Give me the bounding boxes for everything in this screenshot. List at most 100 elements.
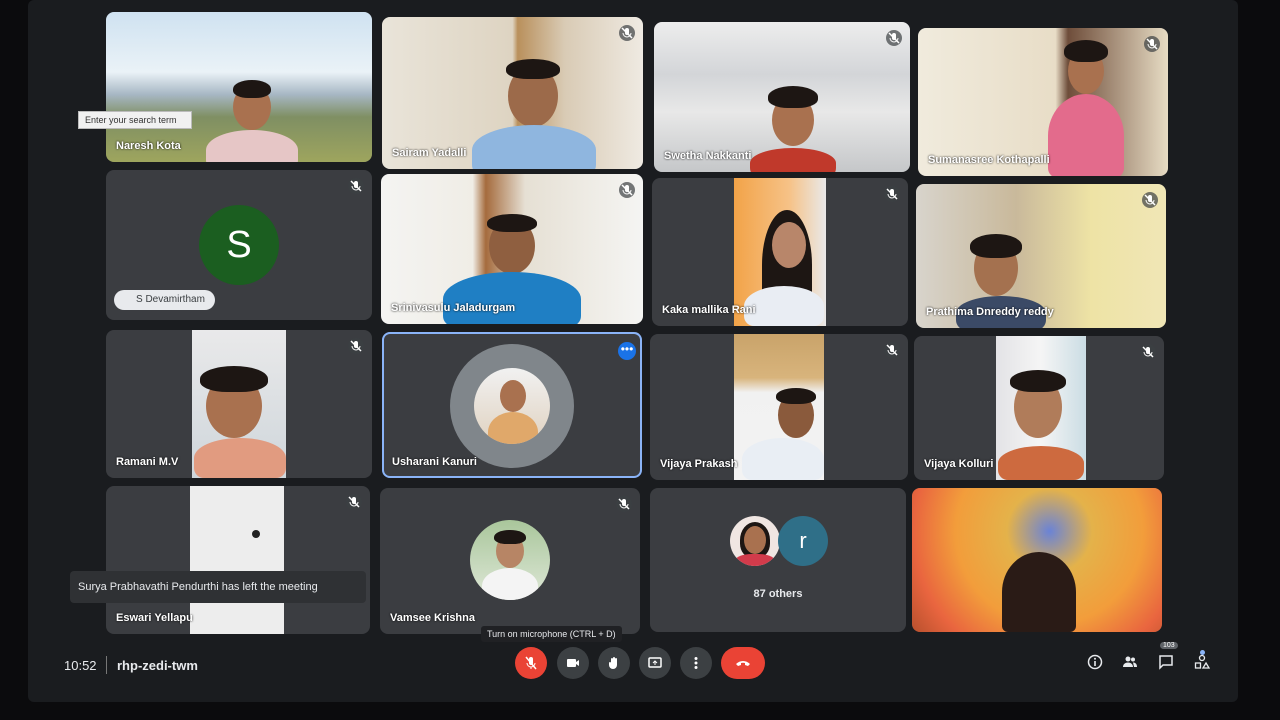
- participant-name: Eswari Yellapu: [116, 612, 193, 624]
- participant-name: Vijaya Prakash: [660, 458, 738, 470]
- participant-name: Ramani M.V: [116, 456, 179, 468]
- mic-off-icon: [619, 182, 635, 198]
- participant-hair: [768, 86, 818, 108]
- participant-tile[interactable]: Prathima Dnreddy reddy: [916, 184, 1166, 328]
- divider: [106, 656, 107, 674]
- participant-hair: [1064, 40, 1108, 62]
- participant-tile[interactable]: [912, 488, 1162, 632]
- more-icon: [694, 657, 698, 669]
- meeting-time: 10:52: [64, 658, 97, 673]
- mic-toggle-button[interactable]: [515, 647, 547, 679]
- search-input[interactable]: Enter your search term: [78, 111, 192, 129]
- tooltip: Turn on microphone (CTRL + D): [481, 626, 622, 642]
- participant-hair: [200, 366, 268, 392]
- participant-body: [1002, 552, 1076, 632]
- activities-button[interactable]: [1192, 652, 1212, 672]
- mic-off-icon: [1140, 344, 1156, 360]
- mic-off-icon: [348, 178, 364, 194]
- participant-photo: [474, 368, 550, 444]
- participant-tile[interactable]: S S Devamirtham: [106, 170, 372, 320]
- chat-button[interactable]: [1156, 652, 1176, 672]
- present-button[interactable]: [639, 647, 671, 679]
- participant-avatar: S: [199, 205, 279, 285]
- participant-name: Prathima Dnreddy reddy: [926, 306, 1054, 318]
- participant-tile[interactable]: Naresh Kota: [106, 12, 372, 162]
- participant-body: [482, 568, 538, 600]
- raise-hand-button[interactable]: [598, 647, 630, 679]
- mic-off-icon: [886, 30, 902, 46]
- participant-face: [772, 222, 806, 268]
- participant-name: Kaka mallika Rani: [662, 304, 756, 316]
- participant-name: Naresh Kota: [116, 140, 181, 152]
- participant-tile[interactable]: Sumanasree Kothapalli: [918, 28, 1168, 176]
- participant-name: Srinivasulu Jaladurgam: [391, 302, 516, 314]
- participant-body: [206, 130, 298, 162]
- meeting-code: rhp-zedi-twm: [117, 658, 198, 673]
- participant-name: Vamsee Krishna: [390, 612, 475, 624]
- participant-tile[interactable]: Vamsee Krishna: [380, 488, 640, 634]
- participant-tile-active[interactable]: ••• Usharani Kanuri: [382, 332, 642, 478]
- mic-off-icon: [619, 25, 635, 41]
- participant-body: [750, 148, 836, 172]
- participant-hair: [970, 234, 1022, 258]
- participant-name: Sumanasree Kothapalli: [928, 154, 1050, 166]
- participant-name: Sairam Yadalli: [392, 147, 467, 159]
- meeting-details-button[interactable]: [1085, 652, 1105, 672]
- more-options-icon[interactable]: •••: [618, 342, 636, 360]
- mic-off-icon: [884, 342, 900, 358]
- participant-body: [472, 125, 596, 169]
- participant-body: [443, 272, 581, 324]
- participant-hair: [494, 530, 526, 544]
- participant-tile[interactable]: Vijaya Kolluri: [914, 336, 1164, 480]
- participant-hair: [506, 59, 560, 79]
- participant-photo: [730, 516, 780, 566]
- mic-off-icon: [1142, 192, 1158, 208]
- participant-body: [744, 286, 824, 326]
- more-options-button[interactable]: [680, 647, 712, 679]
- mic-off-icon: [348, 338, 364, 354]
- others-tile[interactable]: r 87 others: [650, 488, 906, 632]
- notification-toast: Surya Prabhavathi Pendurthi has left the…: [70, 571, 366, 603]
- raise-hand-icon: [609, 657, 617, 669]
- participant-body: [488, 412, 538, 444]
- camera-dot: [252, 530, 260, 538]
- mic-off-icon: [346, 494, 362, 510]
- participant-avatar: r: [778, 516, 828, 566]
- participant-tile[interactable]: Ramani M.V: [106, 330, 372, 478]
- participant-photo: [470, 520, 550, 600]
- present-icon: [648, 657, 662, 668]
- participant-head: [744, 526, 766, 554]
- mic-off-icon: [525, 656, 537, 670]
- participant-tile[interactable]: Eswari Yellapu: [106, 486, 370, 634]
- people-button[interactable]: [1120, 652, 1140, 672]
- video-feed: [190, 486, 284, 634]
- participant-tile[interactable]: Swetha Nakkanti: [654, 22, 910, 172]
- participant-name: Vijaya Kolluri: [924, 458, 994, 470]
- activities-icon: [1194, 654, 1210, 669]
- others-count: 87 others: [753, 588, 803, 600]
- participant-body: [736, 554, 774, 566]
- participant-tile[interactable]: Vijaya Prakash: [650, 334, 908, 480]
- meeting-screen: Naresh Kota Sairam Yadalli Swetha Nakkan…: [28, 0, 1238, 702]
- end-call-icon: [736, 661, 750, 666]
- participant-name: Usharani Kanuri: [392, 456, 477, 468]
- participant-body: [1048, 94, 1124, 176]
- participant-body: [194, 438, 286, 478]
- leave-call-button[interactable]: [721, 647, 765, 679]
- participant-tile[interactable]: Srinivasulu Jaladurgam: [381, 174, 643, 324]
- participant-head: [500, 380, 526, 412]
- mic-off-icon: [884, 186, 900, 202]
- people-icon: [1123, 656, 1137, 667]
- camera-toggle-button[interactable]: [557, 647, 589, 679]
- participant-name: Swetha Nakkanti: [664, 150, 752, 162]
- participant-hair: [776, 388, 816, 404]
- people-count-badge: 103: [1160, 642, 1178, 649]
- participant-hair: [1010, 370, 1066, 392]
- participant-name-pill: S Devamirtham: [114, 290, 215, 310]
- participant-body: [998, 446, 1084, 480]
- participant-tile[interactable]: Sairam Yadalli: [382, 17, 643, 169]
- participant-hair: [487, 214, 537, 232]
- participant-body: [742, 438, 824, 480]
- participant-tile[interactable]: Kaka mallika Rani: [652, 178, 908, 326]
- chat-icon: [1159, 655, 1173, 670]
